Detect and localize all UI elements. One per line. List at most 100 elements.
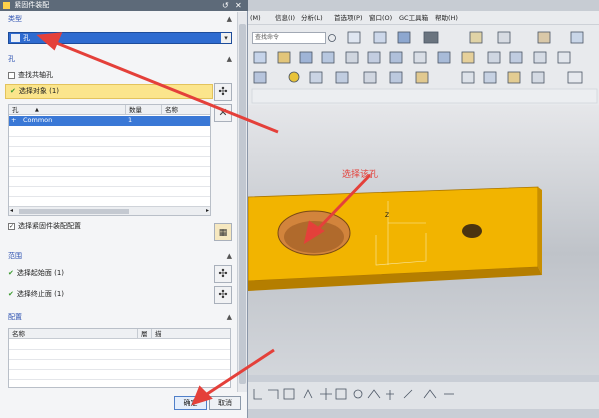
find-coaxial-checkbox[interactable]: 查找共轴孔 (8, 70, 53, 81)
bottom-toolbar-icons[interactable] (248, 382, 599, 409)
select-fastener-checkbox[interactable]: ✓ 选择紧固件装配配置 (8, 221, 81, 232)
z-axis-label: Z (385, 212, 389, 219)
sketch-icon (253, 51, 267, 64)
menu-preferences[interactable]: 首选项(P) (334, 11, 363, 25)
column-header-name[interactable]: 名称 (9, 329, 138, 339)
checkbox-checked-icon: ✓ (8, 222, 15, 230)
view-icon (347, 31, 361, 44)
select-end-label: 选择终止面 (1) (16, 290, 65, 298)
menu-gc-toolbox[interactable]: GC工具箱 (399, 11, 428, 25)
column-header-desc[interactable]: 描 (152, 329, 230, 339)
fastener-assembly-dialog: 紧固件装配 ↺ ✕ 类型 ▲ 孔 ▾ 孔 ▲ 查找共轴孔 ✔ 选择对象 (1) ✣… (0, 0, 248, 418)
trim-icon (413, 51, 427, 64)
menu-format[interactable]: (M) (250, 11, 261, 25)
cancel-button[interactable]: 取消 (209, 396, 241, 410)
crosshair-icon: ✣ (218, 267, 228, 280)
sketch-line-icon (253, 389, 262, 400)
select-end-face-row[interactable]: ✔ 选择终止面 (1) (8, 289, 64, 300)
menu-help[interactable]: 帮助(H) (435, 11, 458, 25)
remove-x-icon: ✕ (218, 106, 228, 119)
select-start-face-button[interactable]: ✣ (214, 265, 232, 283)
select-start-label: 选择起始面 (1) (16, 269, 65, 277)
dialog-vertical-scrollbar[interactable] (237, 12, 247, 392)
selection-bar (251, 88, 598, 104)
scroll-left-icon[interactable]: ◂ (10, 207, 13, 215)
menu-analysis[interactable]: 分析(L) (301, 11, 323, 25)
dialog-scroll-thumb[interactable] (239, 24, 246, 384)
reset-icon[interactable]: ↺ (222, 0, 229, 11)
range-section-label: 范围 (8, 252, 22, 260)
mirror-icon (461, 51, 475, 64)
empty-config-rows (9, 340, 230, 387)
select-end-face-button[interactable]: ✣ (214, 286, 232, 304)
hole-section-label: 孔 (8, 55, 15, 63)
rectangle-icon (283, 388, 295, 400)
close-icon[interactable]: ✕ (235, 0, 242, 11)
crosshair-icon: ✣ (218, 85, 228, 98)
menu-information[interactable]: 信息(I) (275, 11, 295, 25)
hole-section-header[interactable]: 孔 ▲ (3, 54, 234, 65)
triangle-icon (461, 71, 475, 84)
arc-tool-icon (268, 389, 279, 399)
assembly-icon (469, 31, 483, 44)
expand-icon[interactable]: + (11, 116, 16, 125)
chevron-up-icon: ▲ (226, 55, 232, 63)
select-hole-button[interactable]: ✣ (214, 83, 232, 101)
toolbar-icons[interactable] (248, 25, 599, 105)
drawing-icon (507, 71, 521, 84)
config-section-header[interactable]: 配置 ▲ (3, 312, 234, 323)
trim-tool-icon (423, 389, 437, 399)
rect-tool-icon (335, 388, 347, 400)
table-icon (483, 71, 497, 84)
range-section-header[interactable]: 范围 ▲ (3, 251, 234, 262)
hole-table: 孔 ▲ 数量 名称 + Common 1 ◂ ▸ (8, 104, 211, 216)
remove-button[interactable]: ✕ (214, 104, 232, 122)
column-header-hole[interactable]: 孔 ▲ (9, 105, 126, 115)
scroll-right-icon[interactable]: ▸ (206, 207, 209, 215)
type-section-header[interactable]: 类型 ▲ (3, 14, 234, 25)
column-header-name[interactable]: 名称 (162, 105, 210, 115)
cube-icon (397, 31, 411, 44)
fastener-library-icon: ▦ (218, 228, 228, 238)
column-header-count[interactable]: 数量 (126, 105, 162, 115)
revolve-icon (299, 51, 313, 64)
bottom-toolbar (248, 382, 599, 409)
checkbox-icon (8, 71, 15, 79)
extrude-icon (277, 51, 291, 64)
datum-icon (253, 71, 267, 84)
select-start-face-row[interactable]: ✔ 选择起始面 (1) (8, 268, 64, 279)
chevron-down-icon[interactable]: ▾ (221, 33, 231, 43)
surface-icon (415, 71, 429, 84)
point-icon (386, 390, 394, 400)
command-toolbar: 查找命令 (248, 25, 599, 105)
ok-button[interactable]: 确定 (174, 396, 207, 410)
chamfer-icon (389, 51, 403, 64)
block-side-face (538, 187, 542, 275)
fastener-library-button[interactable]: ▦ (214, 223, 232, 241)
hole-feature-icon (321, 51, 335, 64)
annotation-label: 选择该孔 (342, 170, 379, 180)
scroll-thumb[interactable] (19, 209, 129, 214)
find-coaxial-label: 查找共轴孔 (18, 71, 53, 79)
column-header-layer[interactable]: 層 (138, 329, 152, 339)
line-icon (335, 71, 349, 84)
graphics-viewport[interactable]: Z 选择该孔 (248, 105, 599, 375)
menu-window[interactable]: 窗口(O) (369, 11, 392, 25)
blend-icon (367, 51, 381, 64)
checkmark-icon: ✔ (8, 269, 14, 277)
tolerance-icon (567, 71, 583, 84)
background-icon (423, 31, 439, 44)
table-row[interactable]: + Common 1 (9, 116, 210, 126)
horizontal-scrollbar[interactable]: ◂ ▸ (9, 206, 210, 215)
select-object-row[interactable]: ✔ 选择对象 (1) (5, 84, 213, 99)
select-object-label: 选择对象 (1) (18, 87, 60, 95)
render-style-icon (373, 31, 387, 44)
row-count: 1 (128, 116, 133, 124)
part-model[interactable]: Z (248, 105, 599, 375)
small-hole (462, 224, 482, 238)
type-dropdown[interactable]: 孔 ▾ (8, 32, 232, 44)
pattern-icon (437, 51, 451, 64)
dialog-title: 紧固件装配 (14, 1, 50, 9)
measure-icon (537, 31, 551, 44)
shell-icon (509, 51, 523, 64)
